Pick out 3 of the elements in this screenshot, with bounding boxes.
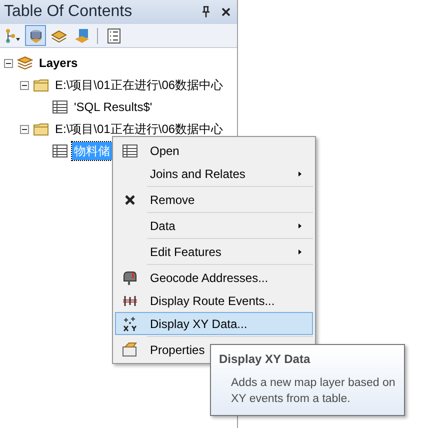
panel-title: Table Of Contents	[4, 2, 134, 22]
tooltip-title: Display XY Data	[219, 351, 312, 368]
tooltip-text: Adds a new map layer based on XY events from a table.	[230, 376, 396, 407]
